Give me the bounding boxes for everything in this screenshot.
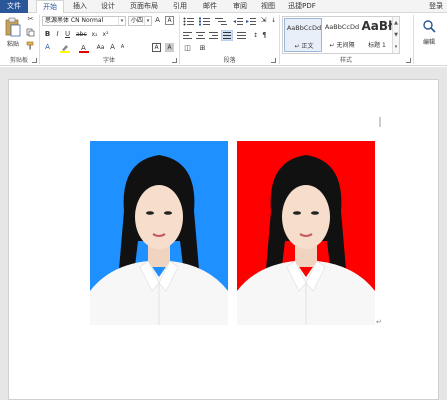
style-name: ↵ 正文 — [294, 43, 314, 50]
align-center-icon[interactable] — [196, 31, 206, 40]
login-link[interactable]: 登录 — [429, 0, 443, 13]
strikethrough-icon[interactable]: abc — [76, 30, 87, 39]
gallery-scrollbar[interactable]: ▲ ▼ ▾ — [392, 17, 399, 53]
paragraph-group-label: 段落 — [223, 57, 236, 64]
ribbon-tab-bar: 文件 开始 插入 设计 页面布局 引用 邮件 审阅 视图 迅捷PDF 登录 — [0, 0, 447, 14]
grow-font-size-icon[interactable]: A — [108, 43, 117, 52]
format-painter-icon[interactable] — [26, 41, 35, 50]
tab-home[interactable]: 开始 — [36, 0, 64, 14]
clipboard-launcher-icon[interactable] — [32, 58, 37, 63]
chevron-down-icon: ▾ — [118, 17, 125, 25]
font-name-combo[interactable]: 思源黑体 CN Normal ▾ — [42, 16, 126, 26]
tab-xunjie-pdf[interactable]: 迅捷PDF — [284, 0, 320, 13]
subscript-icon[interactable]: x₂ — [90, 30, 99, 39]
word-window: 文件 开始 插入 设计 页面布局 引用 邮件 审阅 视图 迅捷PDF 登录 粘贴… — [0, 0, 447, 400]
ribbon-home: 粘贴 ✂ 剪贴板 思源黑体 CN Normal ▾ 小四 ▾ A A B I U… — [0, 13, 447, 66]
style-name: ↵ 无间隔 — [329, 42, 355, 49]
cut-icon[interactable]: ✂ — [26, 15, 35, 24]
tab-view[interactable]: 视图 — [256, 0, 280, 13]
style-name: 标题 1 — [368, 42, 386, 49]
shrink-font-size-icon[interactable]: A — [118, 43, 127, 52]
crop-mark-top-left — [60, 117, 70, 127]
chevron-down-icon: ▾ — [144, 17, 151, 25]
crop-mark-top-right — [379, 117, 381, 127]
distributed-icon[interactable] — [237, 31, 247, 40]
show-marks-icon[interactable]: ¶ — [260, 31, 269, 40]
group-divider — [413, 15, 414, 64]
paragraph-launcher-icon[interactable] — [271, 58, 276, 63]
char-shading-icon[interactable]: A — [165, 43, 174, 52]
increase-indent-icon[interactable] — [246, 17, 256, 26]
id-photo-blue[interactable] — [90, 141, 228, 325]
highlight-icon[interactable] — [60, 43, 70, 53]
style-preview: AaBbCcDd — [324, 23, 360, 31]
editing-label: 编辑 — [422, 39, 435, 46]
font-size-combo[interactable]: 小四 ▾ — [128, 16, 152, 26]
group-divider — [179, 15, 180, 64]
decrease-indent-icon[interactable] — [233, 17, 243, 26]
tab-insert[interactable]: 插入 — [68, 0, 92, 13]
bullets-icon[interactable] — [183, 17, 195, 26]
paste-label: 粘贴 — [6, 41, 19, 48]
copy-icon[interactable] — [26, 28, 35, 37]
gallery-more-icon[interactable]: ▾ — [393, 41, 399, 53]
align-right-icon[interactable] — [209, 31, 219, 40]
styles-group-label: 样式 — [339, 57, 352, 64]
clipboard-icon — [5, 17, 21, 37]
styles-gallery: AaBbCcDd ↵ 正文 AaBbCcDd ↵ 无间隔 AaBł 标题 1 ▲… — [282, 16, 400, 54]
tab-references[interactable]: 引用 — [168, 0, 192, 13]
italic-icon[interactable]: I — [53, 30, 62, 39]
justify-icon[interactable] — [221, 30, 233, 41]
style-normal[interactable]: AaBbCcDd ↵ 正文 — [284, 18, 322, 52]
superscript-icon[interactable]: x² — [101, 30, 110, 39]
grow-font-icon[interactable]: A — [153, 16, 162, 25]
group-divider — [279, 15, 280, 64]
tab-page-layout[interactable]: 页面布局 — [126, 0, 162, 13]
chevron-up-icon[interactable]: ▲ — [393, 17, 399, 29]
font-group-label: 字体 — [102, 57, 115, 64]
underline-icon[interactable]: U — [63, 30, 72, 39]
style-preview: AaBbCcDd — [286, 24, 322, 32]
paragraph-mark-icon: ↵ — [376, 318, 382, 326]
font-color-icon[interactable]: A — [79, 43, 89, 53]
font-size-value: 小四 — [131, 17, 144, 24]
text-effects-icon[interactable]: A — [43, 43, 52, 52]
font-launcher-icon[interactable] — [172, 58, 177, 63]
clear-format-icon[interactable]: A — [165, 16, 174, 25]
borders-icon[interactable]: ⊞ — [198, 44, 207, 53]
id-photo-red[interactable] — [237, 141, 375, 325]
find-replace-icon — [423, 20, 436, 33]
bold-icon[interactable]: B — [43, 30, 52, 39]
shading-icon[interactable]: ◫ — [183, 44, 192, 53]
chinese-layout-icon[interactable]: ⇲ — [259, 16, 268, 25]
paste-button[interactable]: 粘贴 — [3, 15, 23, 53]
styles-launcher-icon[interactable] — [406, 58, 411, 63]
editing-button[interactable]: 编辑 — [416, 17, 442, 53]
tab-review[interactable]: 审阅 — [228, 0, 252, 13]
tab-design[interactable]: 设计 — [96, 0, 120, 13]
align-left-icon[interactable] — [183, 31, 193, 40]
line-spacing-icon[interactable]: ↕ — [251, 31, 260, 40]
group-divider — [39, 15, 40, 64]
sort-icon[interactable]: ↓ — [269, 16, 278, 25]
style-no-spacing[interactable]: AaBbCcDd ↵ 无间隔 — [323, 18, 361, 52]
tab-file[interactable]: 文件 — [0, 0, 28, 13]
change-case-icon[interactable]: Aa — [96, 43, 105, 52]
font-name-value: 思源黑体 CN Normal — [45, 17, 104, 24]
style-heading-1[interactable]: AaBł 标题 1 — [361, 18, 393, 52]
numbering-icon[interactable] — [199, 17, 211, 26]
svg-text:A: A — [81, 44, 86, 52]
multilevel-list-icon[interactable] — [215, 17, 227, 26]
tab-mailings[interactable]: 邮件 — [198, 0, 222, 13]
chevron-down-icon[interactable]: ▼ — [393, 29, 399, 41]
char-border-icon[interactable]: A — [152, 43, 161, 52]
style-preview: AaBł — [361, 19, 393, 33]
